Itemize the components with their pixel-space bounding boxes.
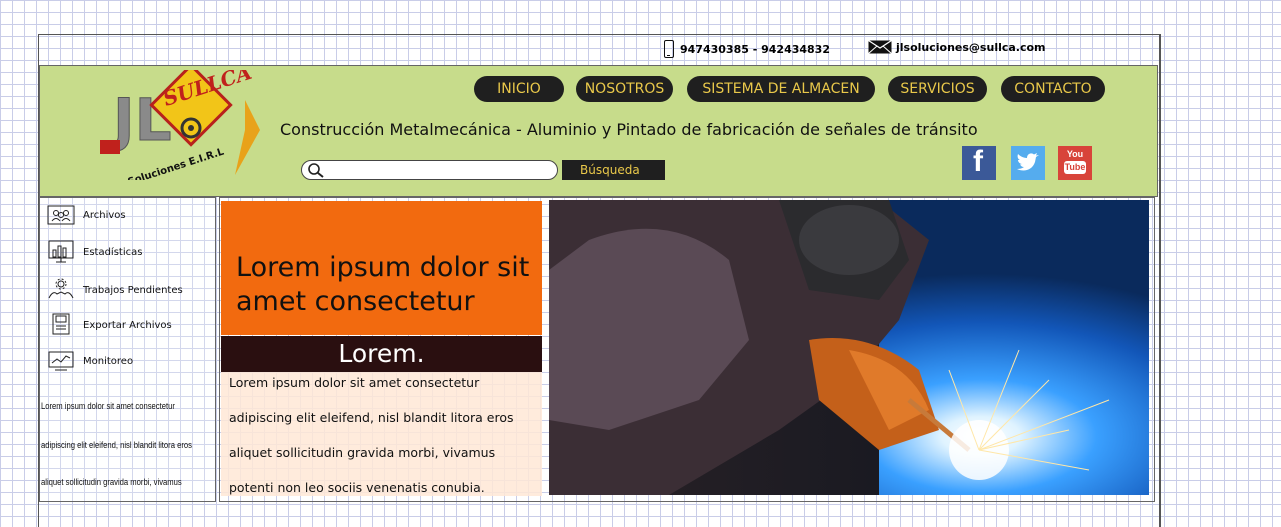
feature-text-line: aliquet sollicitudin gravida morbi, viva… bbox=[229, 445, 496, 460]
sidebar-item-label: Exportar Archivos bbox=[83, 319, 172, 331]
nav-inicio[interactable]: INICIO bbox=[474, 76, 564, 102]
feature-text-line: adipiscing elit eleifend, nisl blandit l… bbox=[229, 410, 514, 425]
feature-title: Lorem ipsum dolor sit amet consectetur bbox=[236, 252, 530, 317]
envelope-icon bbox=[868, 40, 892, 54]
phone-number: 947430385 - 942434832 bbox=[680, 42, 830, 56]
site-tagline: Construcción Metalmecánica - Aluminio y … bbox=[280, 120, 978, 139]
youtube-tube: Tube bbox=[1064, 161, 1086, 174]
search-icon bbox=[308, 163, 324, 178]
sidebar-item-archivos[interactable]: Archivos bbox=[47, 203, 126, 227]
sidebar-item-estadisticas[interactable]: Estadísticas bbox=[47, 240, 142, 264]
monitor-icon bbox=[48, 351, 74, 371]
phone-icon bbox=[664, 40, 674, 58]
sidebar-item-label: Estadísticas bbox=[83, 246, 143, 258]
welder-hero-image bbox=[549, 200, 1149, 495]
users-folder-icon bbox=[47, 205, 75, 225]
youtube-icon[interactable]: You Tube bbox=[1058, 146, 1092, 180]
feature-text-line: potenti non leo sociis venenatis conubia… bbox=[229, 480, 485, 495]
feature-band-label: Lorem. bbox=[221, 336, 542, 372]
sidebar-item-trabajos-pendientes[interactable]: Trabajos Pendientes bbox=[47, 278, 183, 302]
facebook-glyph: f bbox=[973, 145, 983, 178]
contact-phone[interactable]: 947430385 - 942434832 bbox=[664, 40, 830, 58]
floppy-disk-icon bbox=[52, 313, 70, 335]
email-address: jlsoluciones@sullca.com bbox=[896, 40, 1046, 54]
nav-nosotros[interactable]: NOSOTROS bbox=[576, 76, 673, 102]
nav-contacto[interactable]: CONTACTO bbox=[1001, 76, 1105, 102]
search-button[interactable]: Búsqueda bbox=[562, 160, 665, 180]
twitter-icon[interactable] bbox=[1011, 146, 1045, 180]
nav-sistema-de-almacen[interactable]: SISTEMA DE ALMACEN bbox=[687, 76, 875, 102]
youtube-you: You bbox=[1066, 149, 1084, 159]
sidebar-item-exportar-archivos[interactable]: Exportar Archivos bbox=[47, 313, 172, 337]
twitter-bird-icon bbox=[1017, 153, 1039, 171]
feature-text-line: Lorem ipsum dolor sit amet consectetur bbox=[229, 375, 480, 390]
nav-servicios[interactable]: SERVICIOS bbox=[888, 76, 987, 102]
bar-chart-icon bbox=[48, 240, 74, 263]
sidebar-text-line: Lorem ipsum dolor sit amet consectetur bbox=[41, 401, 175, 411]
contact-email[interactable]: jlsoluciones@sullca.com bbox=[868, 40, 1046, 54]
sidebar-item-label: Monitoreo bbox=[83, 355, 134, 367]
feature-text-panel bbox=[221, 372, 542, 496]
sidebar-text-line: aliquet sollicitudin gravida morbi, viva… bbox=[41, 477, 182, 487]
sidebar-item-label: Trabajos Pendientes bbox=[83, 284, 183, 296]
sidebar-item-label: Archivos bbox=[83, 209, 126, 221]
sidebar-text-line: adipiscing elit eleifend, nisl blandit l… bbox=[41, 440, 192, 450]
sidebar-item-monitoreo[interactable]: Monitoreo bbox=[47, 349, 133, 373]
search-input[interactable] bbox=[301, 160, 558, 180]
gears-icon bbox=[48, 278, 74, 299]
company-logo[interactable]: JL SULLCA Soluciones E.I.R.L bbox=[95, 70, 260, 180]
facebook-icon[interactable]: f bbox=[962, 145, 996, 180]
